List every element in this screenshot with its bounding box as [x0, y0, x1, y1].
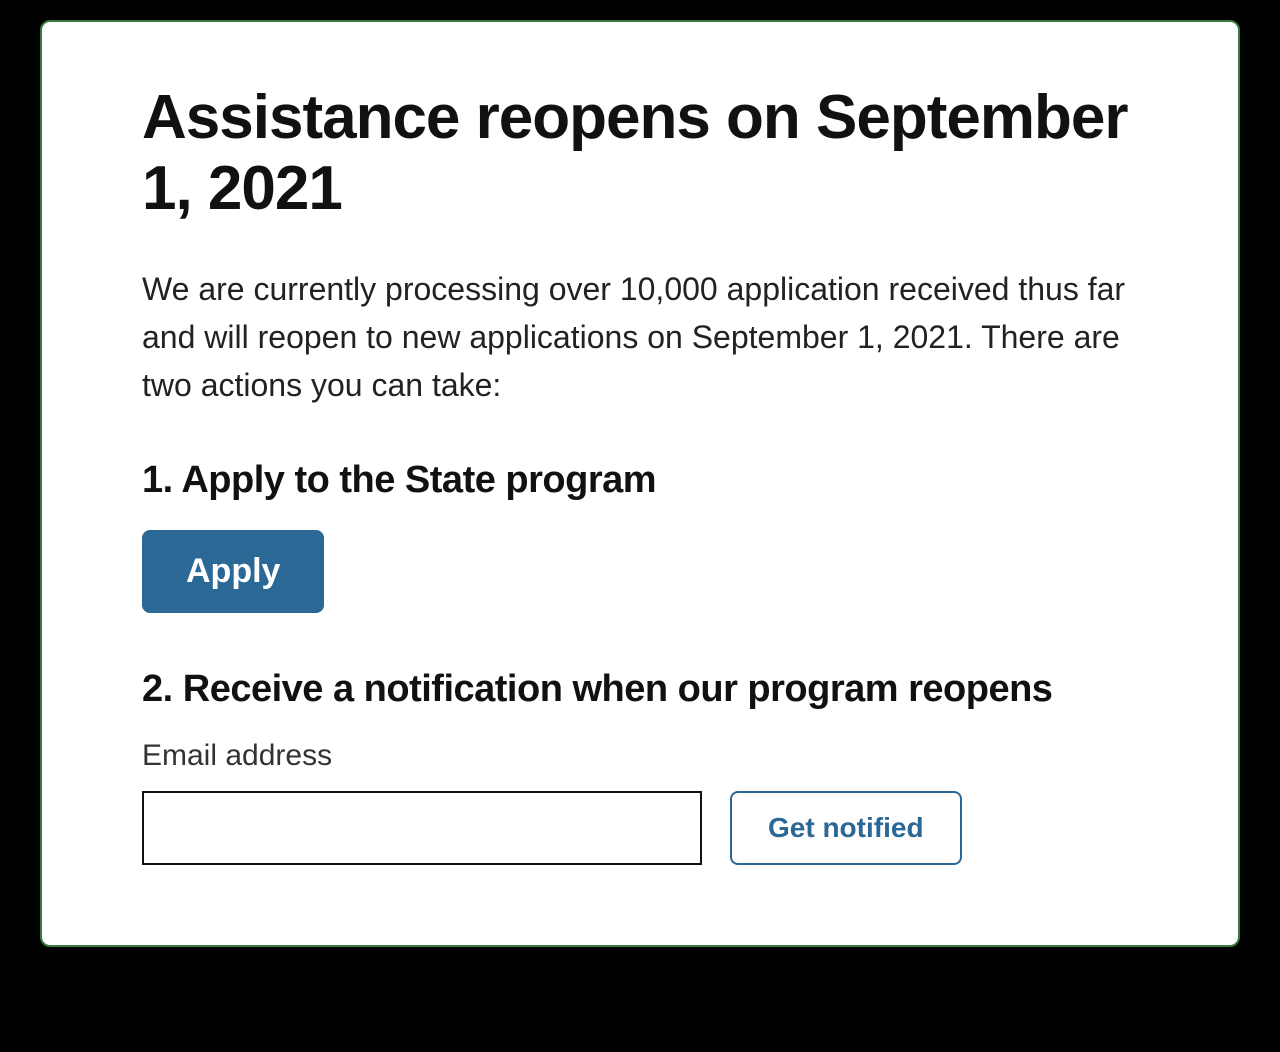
email-field[interactable] — [142, 791, 702, 865]
section-2-heading: 2. Receive a notification when our progr… — [142, 668, 1138, 711]
intro-paragraph: We are currently processing over 10,000 … — [142, 265, 1138, 409]
email-row: Get notified — [142, 791, 1138, 865]
page-title: Assistance reopens on September 1, 2021 — [142, 82, 1138, 225]
notice-card: Assistance reopens on September 1, 2021 … — [40, 20, 1240, 947]
section-1-heading: 1. Apply to the State program — [142, 459, 1138, 502]
get-notified-button[interactable]: Get notified — [730, 791, 962, 865]
email-label: Email address — [142, 739, 1138, 773]
apply-button[interactable]: Apply — [142, 530, 324, 613]
